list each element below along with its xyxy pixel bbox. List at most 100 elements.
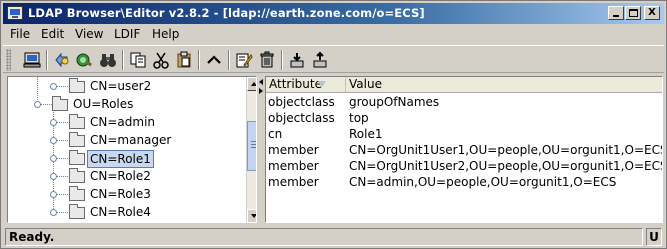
column-label: Attribute	[269, 77, 322, 91]
tree-item-manager[interactable]: CN=manager	[88, 133, 173, 147]
minimize-button[interactable]	[608, 6, 624, 20]
tree-item-role4[interactable]: CN=Role4	[88, 205, 153, 219]
menu-help[interactable]: Help	[152, 27, 179, 41]
panel-splitter[interactable]	[258, 76, 265, 223]
tree-node-knob[interactable]	[50, 191, 57, 198]
app-icon	[7, 6, 23, 20]
collapse-left-icon[interactable]	[259, 79, 263, 85]
toolbar-separator	[281, 50, 283, 70]
table-row[interactable]: member CN=admin,OU=people,OU=orgunit1,O=…	[266, 174, 662, 190]
maximize-button[interactable]	[625, 6, 641, 20]
scroll-thumb[interactable]	[247, 121, 256, 171]
toolbar-separator	[198, 50, 200, 70]
folder-icon	[69, 78, 85, 93]
folder-icon	[69, 186, 85, 201]
delete-icon	[260, 51, 274, 68]
table-row[interactable]: objectclass groupOfNames	[266, 94, 662, 110]
tree-node-knob[interactable]	[50, 83, 57, 90]
copy-icon	[130, 52, 146, 68]
cell-value: groupOfNames	[349, 95, 440, 109]
tree-item-user2[interactable]: CN=user2	[88, 79, 153, 93]
cell-attribute: member	[268, 175, 319, 189]
directory-tree[interactable]: CN=user2 OU=Roles CN=admin CN=manager CN…	[7, 76, 257, 223]
tree-scrollbar[interactable]	[246, 77, 256, 222]
table-row[interactable]: member CN=OrgUnit1User1,OU=people,OU=org…	[266, 142, 663, 158]
connect-button[interactable]	[21, 49, 43, 71]
cell-attribute: member	[268, 143, 319, 157]
cell-value: top	[349, 111, 369, 125]
menu-view[interactable]: View	[75, 27, 103, 41]
tree-line	[56, 212, 68, 213]
up-icon	[207, 55, 221, 64]
toolbar	[3, 45, 664, 73]
copy-button[interactable]	[127, 49, 149, 71]
cell-value: CN=OrgUnit1User2,OU=people,OU=orgunit1,O…	[349, 159, 663, 173]
tree-node-knob[interactable]	[50, 137, 57, 144]
import-icon	[290, 53, 304, 68]
import-button[interactable]	[286, 49, 308, 71]
menu-file[interactable]: File	[10, 27, 30, 41]
refresh-connect-icon	[55, 52, 69, 68]
tree-item-ou-roles[interactable]: OU=Roles	[71, 97, 135, 111]
find-button[interactable]	[97, 49, 119, 71]
title-bar[interactable]: LDAP Browser\Editor v2.8.2 - [ldap://ear…	[3, 3, 664, 24]
export-button[interactable]	[309, 49, 331, 71]
tree-node-knob[interactable]	[50, 119, 57, 126]
cell-value: CN=OrgUnit1User1,OU=people,OU=orgunit1,O…	[349, 143, 663, 157]
tree-line	[56, 140, 68, 141]
folder-icon	[69, 168, 85, 183]
table-row[interactable]: cn Role1	[266, 126, 662, 142]
tree-line	[40, 104, 52, 105]
table-row[interactable]: member CN=OrgUnit1User2,OU=people,OU=org…	[266, 158, 663, 174]
tree-line	[56, 194, 68, 195]
cell-attribute: cn	[268, 127, 283, 141]
menu-ldif[interactable]: LDIF	[114, 27, 140, 41]
folder-icon	[69, 114, 85, 129]
collapse-right-icon[interactable]	[259, 88, 263, 94]
cell-attribute: member	[268, 159, 319, 173]
folder-icon	[69, 204, 85, 219]
toolbar-separator	[46, 50, 48, 70]
paste-icon	[177, 51, 191, 68]
search-button[interactable]	[74, 49, 96, 71]
delete-button[interactable]	[256, 49, 278, 71]
table-header: Attribute Value	[266, 77, 662, 93]
edit-button[interactable]	[233, 49, 255, 71]
window-title: LDAP Browser\Editor v2.8.2 - [ldap://ear…	[28, 6, 425, 20]
tree-item-role2[interactable]: CN=Role2	[88, 169, 153, 183]
tree-node-knob[interactable]	[50, 173, 57, 180]
scroll-up-button[interactable]	[247, 77, 256, 91]
column-header-value[interactable]: Value	[346, 77, 662, 93]
cell-attribute: objectclass	[268, 111, 335, 125]
table-row[interactable]: objectclass top	[266, 110, 662, 126]
computer-icon	[23, 52, 41, 68]
scroll-down-button[interactable]	[247, 209, 256, 222]
column-header-attribute[interactable]: Attribute	[266, 77, 346, 93]
toolbar-grip[interactable]	[6, 49, 11, 71]
toolbar-separator	[228, 50, 230, 70]
search-icon	[76, 53, 93, 67]
tree-item-role1[interactable]: CN=Role1	[87, 150, 154, 168]
tree-item-role3[interactable]: CN=Role3	[88, 187, 153, 201]
cut-button[interactable]	[150, 49, 172, 71]
maximize-icon	[629, 9, 638, 17]
reconnect-button[interactable]	[51, 49, 73, 71]
tree-line	[56, 158, 68, 159]
close-button[interactable]: X	[644, 6, 660, 20]
status-message: Ready.	[5, 228, 643, 246]
paste-button[interactable]	[173, 49, 195, 71]
cell-attribute: objectclass	[268, 95, 335, 109]
arrow-down-icon	[251, 214, 256, 218]
status-bar: Ready. U	[3, 227, 664, 247]
up-button[interactable]	[203, 49, 225, 71]
cut-icon	[153, 52, 169, 69]
arrow-up-icon	[251, 82, 256, 86]
menu-bar: File Edit View LDIF Help	[3, 25, 664, 44]
folder-icon	[52, 96, 68, 111]
tree-item-admin[interactable]: CN=admin	[88, 115, 157, 129]
app-window: LDAP Browser\Editor v2.8.2 - [ldap://ear…	[0, 0, 667, 249]
tree-node-knob[interactable]	[50, 155, 57, 162]
tree-line	[56, 122, 68, 123]
menu-edit[interactable]: Edit	[41, 27, 64, 41]
tree-node-knob[interactable]	[50, 209, 57, 216]
